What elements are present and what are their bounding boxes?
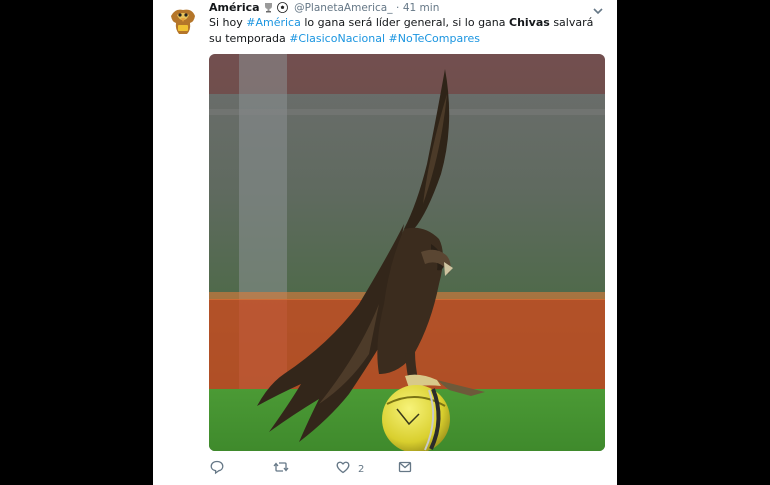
tweet-card: América @PlanetaAmerica_ · 41 min Si hoy… [153,0,617,485]
retweet-icon [273,459,289,479]
direct-message-button[interactable] [397,460,413,478]
hashtag-america[interactable]: #América [246,16,301,29]
avatar[interactable] [165,2,201,38]
user-handle[interactable]: @PlanetaAmerica_ [294,2,392,14]
text-segment: Si hoy [209,16,247,29]
bold-word: Chivas [509,16,550,29]
reply-icon [209,459,225,479]
reply-button[interactable] [209,460,225,478]
tweet-photo[interactable] [209,54,605,451]
like-button[interactable]: 2 [335,460,364,478]
like-count: 2 [358,463,365,475]
tweet-header: América @PlanetaAmerica_ · 41 min [209,1,589,15]
text-segment: lo gana será líder general, si lo gana [300,16,509,29]
heart-icon [335,459,351,479]
tweet-text: Si hoy #América lo gana será líder gener… [209,15,605,47]
hashtag-notecompares[interactable]: #NoTeCompares [389,32,480,45]
user-name[interactable]: América [209,1,260,14]
separator-dot: · [396,2,400,14]
timestamp[interactable]: 41 min [403,2,440,14]
tweet-actions: 2 [209,460,509,478]
retweet-button[interactable] [273,460,289,478]
hashtag-clasiconacional[interactable]: #ClasicoNacional [289,32,385,45]
caret-down-icon[interactable] [591,2,605,15]
direct-message-icon [397,459,413,479]
